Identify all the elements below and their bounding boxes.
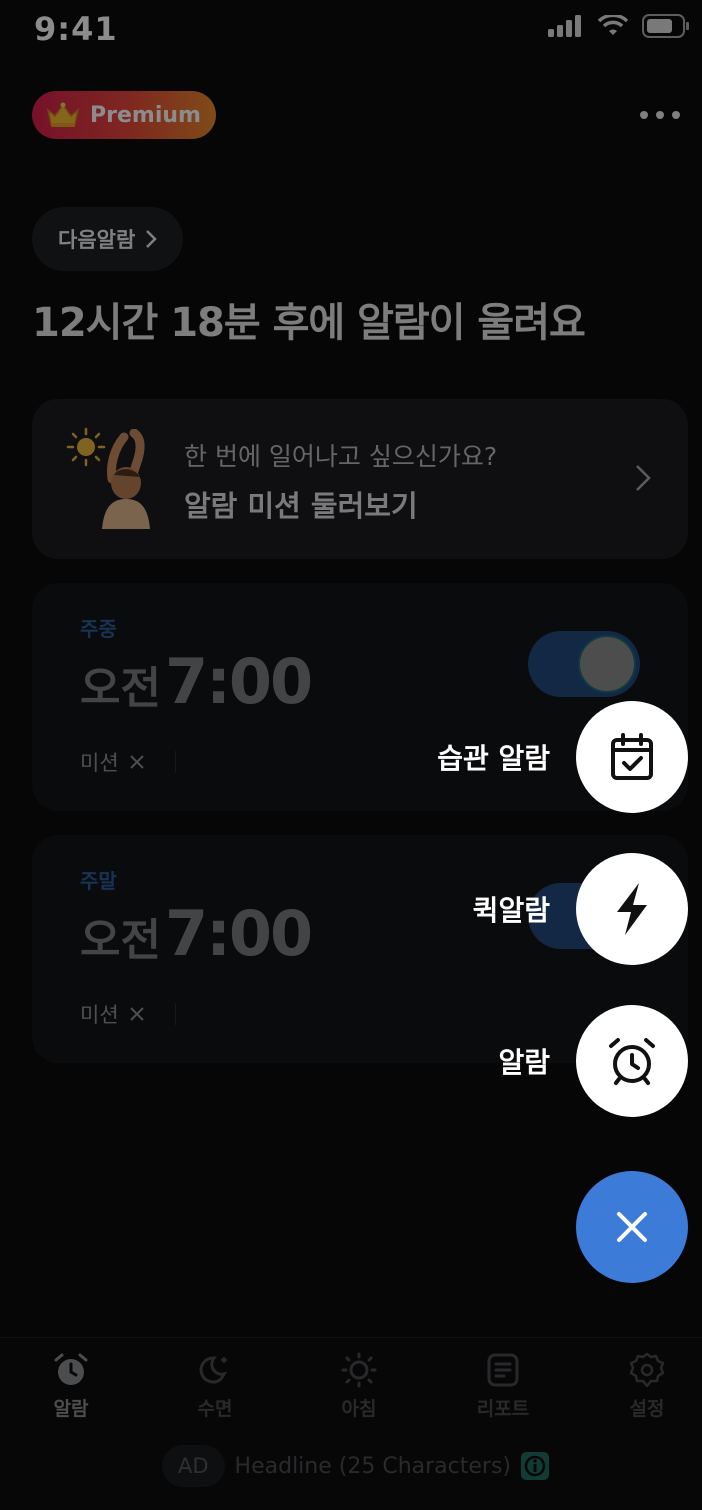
alarm-button[interactable]	[576, 1005, 688, 1117]
habit-alarm-option[interactable]: 습관 알람	[437, 701, 688, 813]
alarm-clock-icon	[609, 1038, 655, 1085]
lightning-icon	[617, 883, 647, 935]
habit-alarm-button[interactable]	[576, 701, 688, 813]
quick-alarm-button[interactable]	[576, 853, 688, 965]
close-icon	[617, 1212, 647, 1242]
calendar-check-icon	[611, 733, 653, 780]
fab-option-label: 알람	[498, 1046, 550, 1079]
fab-option-label: 퀵알람	[472, 894, 550, 927]
alarm-option[interactable]: 알람	[498, 1005, 688, 1117]
fab-option-label: 습관 알람	[437, 742, 550, 775]
quick-alarm-option[interactable]: 퀵알람	[473, 853, 688, 965]
close-fab-button[interactable]	[576, 1171, 688, 1283]
